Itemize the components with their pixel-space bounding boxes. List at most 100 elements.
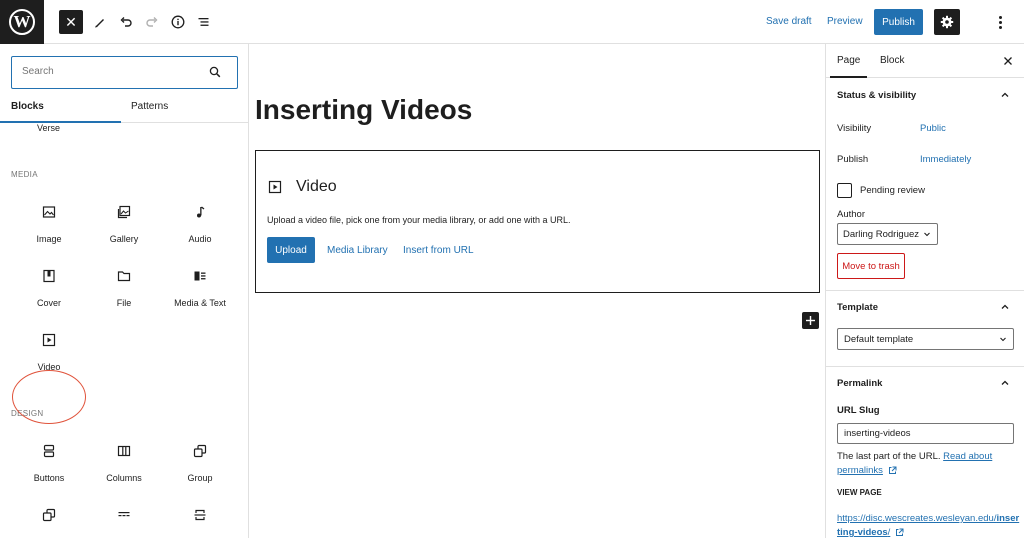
close-sidebar-button[interactable] (1003, 55, 1013, 69)
video-block-placeholder[interactable]: Video Upload a video file, pick one from… (255, 150, 820, 293)
block-item-label: Gallery (109, 234, 139, 244)
wordpress-logo-button[interactable]: W (0, 0, 44, 44)
wordpress-logo-icon: W (9, 9, 35, 35)
permalink-panel-toggle[interactable]: Permalink (837, 378, 882, 389)
author-select[interactable]: Darling Rodriguez (837, 223, 938, 245)
highlight-circle (12, 370, 86, 424)
block-inserter-panel: Blocks Patterns Verse MEDIA Image Galler… (0, 44, 249, 538)
audio-note-icon (192, 204, 208, 220)
block-item-more-design-1[interactable] (11, 499, 87, 538)
list-view-icon (198, 18, 209, 26)
close-icon (1004, 57, 1012, 65)
tools-button[interactable] (88, 10, 112, 34)
block-item-file[interactable]: File (86, 260, 162, 320)
tab-blocks[interactable]: Blocks (11, 101, 44, 112)
template-panel-toggle[interactable]: Template (837, 302, 878, 313)
visibility-label: Visibility (837, 123, 872, 134)
redo-icon (146, 17, 158, 27)
upload-button[interactable]: Upload (267, 237, 315, 263)
pending-review-checkbox[interactable] (837, 183, 852, 198)
template-select[interactable]: Default template (837, 328, 1014, 350)
tab-page[interactable]: Page (837, 55, 860, 66)
redo-button[interactable] (140, 10, 164, 34)
editor-header: W ✕ Save draft Preview Publish (0, 0, 1024, 44)
inserter-tabs: Blocks Patterns (0, 97, 248, 123)
block-item-audio[interactable]: Audio (162, 196, 238, 256)
info-icon (171, 15, 185, 29)
status-panel-toggle[interactable]: Status & visibility (837, 90, 916, 101)
details-button[interactable] (166, 10, 190, 34)
chevron-up-icon[interactable] (1000, 90, 1010, 100)
tab-block[interactable]: Block (880, 55, 904, 66)
spacer-icon (192, 507, 208, 523)
view-url-prefix: https://disc.wescreates.wesleyan.edu/ (837, 513, 997, 524)
panel-divider (826, 290, 1024, 291)
panel-divider (826, 366, 1024, 367)
block-item-label: Cover (36, 298, 61, 308)
chevron-up-icon[interactable] (1000, 378, 1010, 388)
author-value: Darling Rodriguez (843, 229, 920, 240)
list-view-button[interactable] (192, 10, 216, 34)
media-library-button[interactable]: Media Library (327, 245, 388, 256)
permalink-help-prefix: The last part of the URL. (837, 451, 941, 462)
active-tab-indicator (830, 76, 867, 78)
publish-date-toggle[interactable]: Immediately (920, 154, 971, 165)
block-item-label: Image (36, 234, 62, 244)
add-block-button[interactable] (802, 312, 819, 329)
view-page-label: VIEW PAGE (837, 488, 882, 497)
preview-button[interactable]: Preview (827, 16, 863, 27)
view-url-suffix: / (887, 527, 891, 538)
page-title[interactable]: Inserting Videos (255, 94, 472, 126)
columns-icon (116, 443, 132, 459)
close-icon: ✕ (65, 13, 77, 30)
block-item-verse-label[interactable]: Verse (37, 124, 60, 133)
stack-icon (41, 507, 57, 523)
block-item-label: Audio (188, 234, 212, 244)
block-item-label: File (116, 298, 132, 308)
buttons-icon (41, 443, 57, 459)
folder-icon (116, 268, 132, 284)
author-label: Author (837, 209, 865, 220)
block-item-columns[interactable]: Columns (86, 435, 162, 495)
publish-button[interactable]: Publish (874, 9, 923, 35)
settings-sidebar: Page Block Status & visibility Visibilit… (825, 44, 1024, 538)
gear-icon (940, 15, 954, 29)
block-item-cover[interactable]: Cover (11, 260, 87, 320)
insert-from-url-button[interactable]: Insert from URL (403, 245, 474, 256)
save-draft-button[interactable]: Save draft (766, 16, 812, 27)
publish-label: Publish (837, 154, 869, 165)
view-page-link[interactable]: https://disc.wescreates.wesleyan.edu/ins… (837, 513, 1019, 538)
search-input[interactable] (22, 66, 202, 77)
video-block-title: Video (296, 178, 337, 195)
block-item-group[interactable]: Group (162, 435, 238, 495)
block-item-label: Media & Text (174, 298, 226, 308)
video-play-icon (268, 180, 282, 194)
category-media-title: MEDIA (11, 170, 38, 179)
tab-patterns[interactable]: Patterns (131, 101, 168, 112)
url-slug-input[interactable]: inserting-videos (837, 423, 1014, 444)
chevron-up-icon[interactable] (1000, 302, 1010, 312)
view-page-url: https://disc.wescreates.wesleyan.edu/ins… (837, 512, 1022, 538)
pencil-icon (95, 19, 104, 28)
block-item-spacer[interactable] (162, 499, 238, 538)
options-menu-button[interactable] (992, 12, 1008, 32)
settings-button[interactable] (934, 9, 960, 35)
plus-icon (806, 316, 815, 325)
visibility-toggle[interactable]: Public (920, 123, 946, 134)
video-block-description: Upload a video file, pick one from your … (267, 215, 571, 225)
image-icon (41, 204, 57, 220)
move-to-trash-button[interactable]: Move to trash (837, 253, 905, 279)
block-item-image[interactable]: Image (11, 196, 87, 256)
gallery-icon (116, 204, 132, 220)
undo-button[interactable] (114, 10, 138, 34)
block-item-gallery[interactable]: Gallery (86, 196, 162, 256)
video-play-icon (41, 332, 57, 348)
block-item-buttons[interactable]: Buttons (11, 435, 87, 495)
block-item-separator[interactable] (86, 499, 162, 538)
block-item-label: Buttons (33, 473, 65, 483)
block-item-label: Columns (106, 473, 142, 483)
block-search[interactable] (11, 56, 238, 89)
close-inserter-button[interactable]: ✕ (59, 10, 83, 34)
block-item-media-text[interactable]: Media & Text (162, 260, 238, 320)
permalink-help-text: The last part of the URL. Read about per… (837, 450, 1017, 478)
